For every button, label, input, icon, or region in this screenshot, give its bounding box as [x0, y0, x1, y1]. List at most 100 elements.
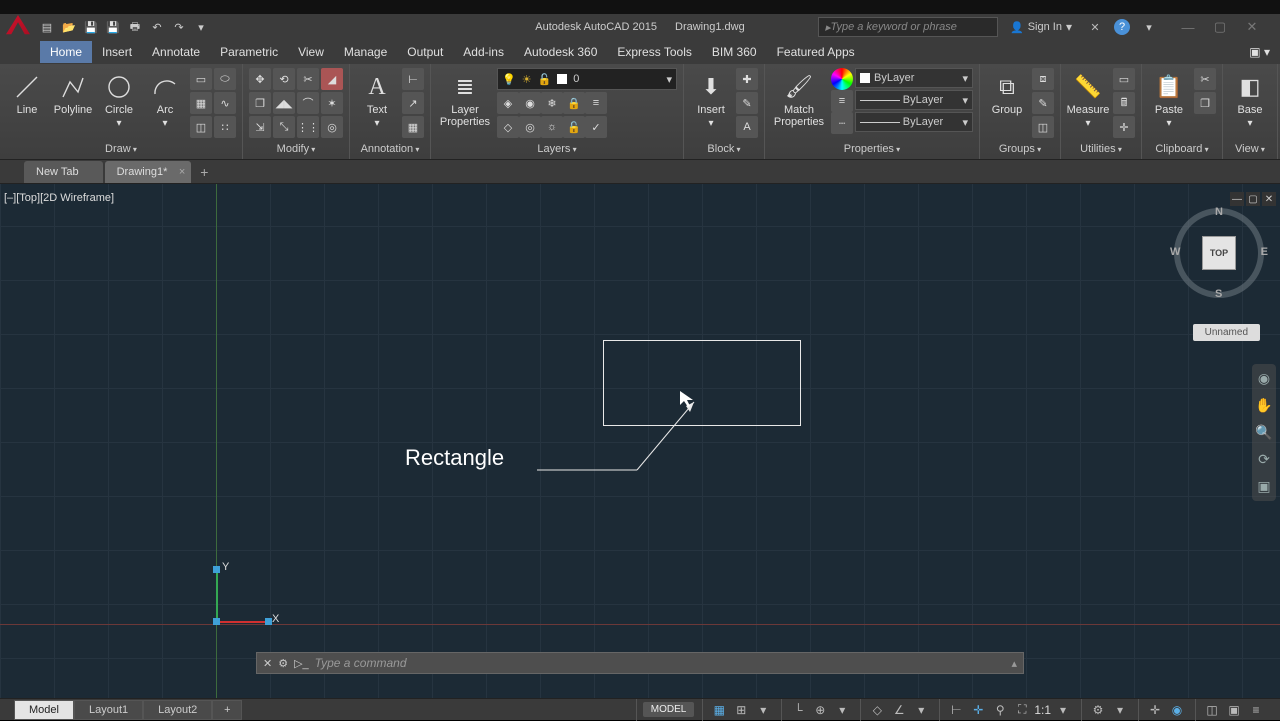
scale-tool-icon[interactable]: ⤡	[273, 116, 295, 138]
layout-layout2[interactable]: Layout2	[143, 700, 212, 720]
option-icon[interactable]: ⚙	[278, 657, 288, 670]
match-properties-tool[interactable]: 🖌Match Properties	[771, 68, 827, 128]
erase-tool-icon[interactable]: ◢	[321, 68, 343, 90]
lineweight-icon[interactable]: ≡	[831, 90, 853, 112]
close-tab-icon[interactable]: ×	[179, 166, 185, 178]
app-logo-icon[interactable]	[6, 15, 30, 39]
status-model-button[interactable]: MODEL	[643, 702, 695, 717]
table-tool-icon[interactable]: ▦	[402, 116, 424, 138]
spline-tool-icon[interactable]: ∿	[214, 92, 236, 114]
fillet-tool-icon[interactable]: ⌒	[297, 92, 319, 114]
color-dropdown[interactable]: ByLayer▾	[855, 68, 973, 88]
qat-save-icon[interactable]: 💾	[82, 18, 100, 36]
panel-modify[interactable]: Modify	[247, 141, 345, 157]
otrack-icon[interactable]: ∠	[889, 701, 909, 719]
window-maximize-button[interactable]: ▢	[1206, 18, 1234, 36]
annoscale-icon[interactable]: ⚲	[990, 701, 1010, 719]
annomon-icon[interactable]: ✛	[968, 701, 988, 719]
scale-menu-icon[interactable]: ▾	[1053, 701, 1073, 719]
tab-parametric[interactable]: Parametric	[210, 41, 288, 63]
region-tool-icon[interactable]: ◫	[190, 116, 212, 138]
window-close-button[interactable]: ✕	[1238, 18, 1266, 36]
drawing-canvas[interactable]: [–][Top][2D Wireframe] Y X Rectangle — ▢…	[0, 184, 1280, 698]
layout-layout1[interactable]: Layout1	[74, 700, 143, 720]
grid-toggle-icon[interactable]: ▦	[709, 701, 729, 719]
id-icon[interactable]: ✛	[1113, 116, 1135, 138]
qat-more-icon[interactable]: ▾	[192, 18, 210, 36]
select-icon[interactable]: ▭	[1113, 68, 1135, 90]
layerunlock-icon[interactable]: 🔓	[563, 116, 585, 138]
ungroup-icon[interactable]: ⧈	[1032, 68, 1054, 90]
create-block-icon[interactable]: ✚	[736, 68, 758, 90]
tab-expand-icon[interactable]: ▣ ▾	[1239, 41, 1280, 63]
viewcube-face[interactable]: TOP	[1202, 236, 1236, 270]
lineweight-dropdown[interactable]: ByLayer▾	[855, 90, 973, 110]
insert-tool[interactable]: ⬇Insert▾	[690, 68, 732, 129]
showmotion-icon[interactable]: ▣	[1257, 478, 1270, 495]
close-cmd-icon[interactable]: ✕	[263, 657, 272, 670]
base-view-tool[interactable]: ◧Base▾	[1229, 68, 1271, 129]
tab-bim360[interactable]: BIM 360	[702, 41, 767, 63]
layercur-icon[interactable]: ✓	[585, 116, 607, 138]
layeroff-icon[interactable]: ◉	[519, 92, 541, 114]
lwt-icon[interactable]: ⊢	[946, 701, 966, 719]
layeruniso-icon[interactable]: ◇	[497, 116, 519, 138]
attrib-icon[interactable]: A	[736, 116, 758, 138]
panel-properties[interactable]: Properties	[769, 141, 975, 157]
help-icon[interactable]: ?	[1114, 19, 1130, 35]
customize-icon[interactable]: ≡	[1246, 701, 1266, 719]
qat-undo-icon[interactable]: ↶	[148, 18, 166, 36]
snap-menu-icon[interactable]: ▾	[753, 701, 773, 719]
layerthaw-icon[interactable]: ☼	[541, 116, 563, 138]
ortho-icon[interactable]: └	[788, 701, 808, 719]
layeriso-icon[interactable]: ◈	[497, 92, 519, 114]
panel-draw[interactable]: Draw	[4, 141, 238, 157]
panel-annotation[interactable]: Annotation	[354, 141, 426, 157]
scale-label[interactable]: 1:1	[1034, 701, 1051, 719]
polyline-tool[interactable]: Polyline	[52, 68, 94, 116]
hardware-icon[interactable]: ◉	[1167, 701, 1187, 719]
tab-view[interactable]: View	[288, 41, 334, 63]
text-tool[interactable]: AText▾	[356, 68, 398, 129]
cmd-history-icon[interactable]: ▴	[1011, 657, 1017, 670]
layer-dropdown[interactable]: 💡 ☀ 🔓 0 ▾	[497, 68, 677, 90]
viewcube[interactable]: TOP N S W E	[1174, 208, 1264, 298]
paste-tool[interactable]: 📋Paste▾	[1148, 68, 1190, 129]
tab-featuredapps[interactable]: Featured Apps	[767, 41, 865, 63]
isolate-icon[interactable]: ◫	[1202, 701, 1222, 719]
rotate-tool-icon[interactable]: ⟲	[273, 68, 295, 90]
panel-block[interactable]: Block	[688, 141, 760, 157]
layeron-icon[interactable]: ◎	[519, 116, 541, 138]
fullnav-icon[interactable]: ◉	[1258, 370, 1270, 387]
window-minimize-button[interactable]: —	[1174, 18, 1202, 36]
stretch-tool-icon[interactable]: ⇲	[249, 116, 271, 138]
layermatch-icon[interactable]: ≡	[585, 92, 607, 114]
rectangle-tool-icon[interactable]: ▭	[190, 68, 212, 90]
ws-menu-icon[interactable]: ▾	[1110, 701, 1130, 719]
arc-tool[interactable]: Arc▾	[144, 68, 186, 129]
osnap-menu-icon[interactable]: ▾	[911, 701, 931, 719]
copy-clip-icon[interactable]: ❐	[1194, 92, 1216, 114]
panel-utilities[interactable]: Utilities	[1065, 141, 1137, 157]
rectangle-entity[interactable]	[603, 340, 801, 426]
sign-in-button[interactable]: 👤 Sign In ▾	[1004, 20, 1078, 34]
layerlock-icon[interactable]: 🔒	[563, 92, 585, 114]
pan-icon[interactable]: ✋	[1255, 397, 1272, 414]
panel-view[interactable]: View	[1227, 141, 1273, 157]
tab-addins[interactable]: Add-ins	[453, 41, 514, 63]
qat-new-icon[interactable]: ▤	[38, 18, 56, 36]
trim-tool-icon[interactable]: ✂	[297, 68, 319, 90]
explode-tool-icon[interactable]: ✶	[321, 92, 343, 114]
measure-tool[interactable]: 📏Measure▾	[1067, 68, 1109, 129]
hatch-tool-icon[interactable]: ▦	[190, 92, 212, 114]
offset-tool-icon[interactable]: ◎	[321, 116, 343, 138]
annotation-text[interactable]: Rectangle	[405, 445, 504, 471]
circle-tool[interactable]: Circle▾	[98, 68, 140, 129]
doc-close-icon[interactable]: ✕	[1262, 192, 1276, 206]
qat-plot-icon[interactable]: 🖶	[126, 18, 144, 36]
cleanscreen-icon[interactable]: ▣	[1224, 701, 1244, 719]
quickcalc-icon[interactable]: 🖩	[1113, 92, 1135, 114]
file-tab-drawing1[interactable]: Drawing1*×	[105, 161, 192, 183]
layout-model[interactable]: Model	[14, 700, 74, 720]
color-wheel-icon[interactable]	[831, 68, 853, 90]
